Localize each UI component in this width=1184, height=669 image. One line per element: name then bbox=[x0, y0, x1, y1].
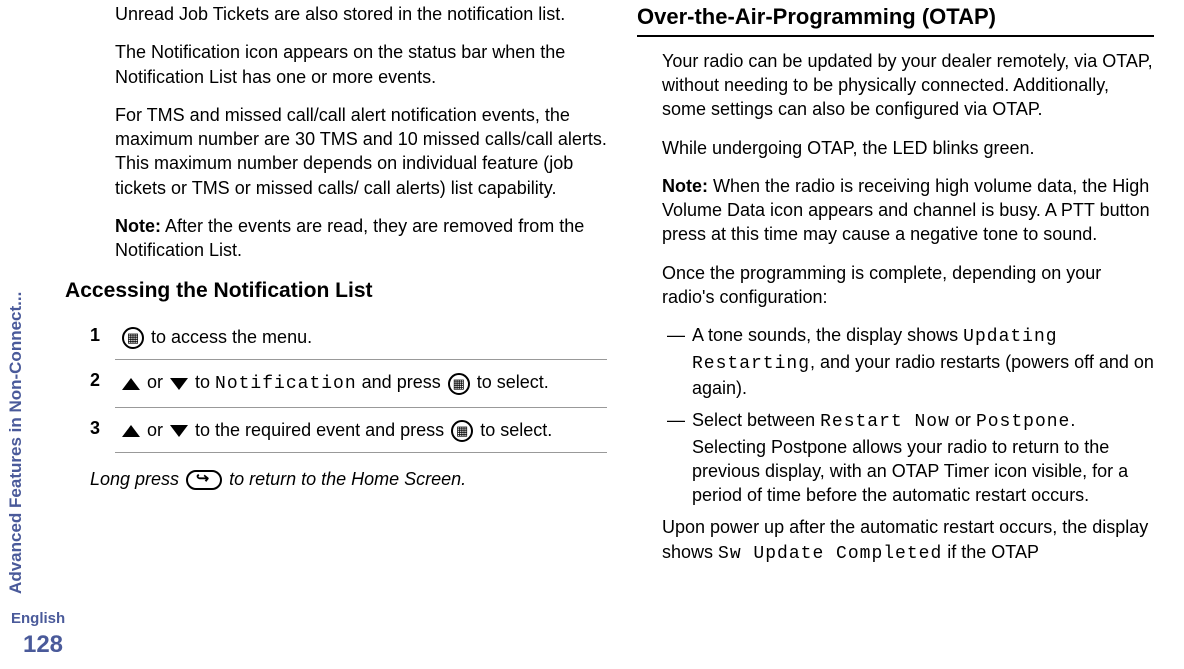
para-text: if the OTAP bbox=[942, 542, 1039, 562]
note: Note: After the events are read, they ar… bbox=[115, 214, 607, 263]
back-home-icon bbox=[186, 470, 222, 490]
item-text: or bbox=[950, 410, 976, 430]
item-text: Select between bbox=[692, 410, 820, 430]
down-arrow-icon bbox=[170, 425, 188, 437]
sidebar: Advanced Features in Non-Connect... Engl… bbox=[8, 0, 78, 669]
note-label: Note: bbox=[115, 216, 161, 236]
up-arrow-icon bbox=[122, 425, 140, 437]
list-item: Select between Restart Now or Postpone. … bbox=[667, 408, 1154, 507]
step-text: to select. bbox=[472, 372, 549, 392]
step-text: to select. bbox=[475, 420, 552, 440]
note-text: When the radio is receiving high volume … bbox=[662, 176, 1150, 245]
step-text: to bbox=[190, 372, 215, 392]
steps-list: 1 to access the menu. 2 or to Notificati… bbox=[115, 315, 607, 453]
step-text: or bbox=[142, 372, 168, 392]
list-item: A tone sounds, the display shows Updatin… bbox=[667, 323, 1154, 400]
dash-list: A tone sounds, the display shows Updatin… bbox=[667, 323, 1154, 507]
section-label: Advanced Features in Non-Connect... bbox=[5, 292, 28, 594]
footnote-text: to return to the Home Screen. bbox=[224, 469, 466, 489]
right-column: Over-the-Air-Programming (OTAP) Your rad… bbox=[637, 2, 1154, 669]
menu-option: Notification bbox=[215, 374, 357, 394]
page-number: 128 bbox=[23, 629, 63, 661]
para: Unread Job Tickets are also stored in th… bbox=[115, 2, 607, 26]
footnote-text: Long press bbox=[90, 469, 184, 489]
display-text: Sw Update Completed bbox=[718, 544, 942, 564]
step: 1 to access the menu. bbox=[115, 315, 607, 360]
para: For TMS and missed call/call alert notif… bbox=[115, 103, 607, 200]
para: The Notification icon appears on the sta… bbox=[115, 40, 607, 89]
item-text: A tone sounds, the display shows bbox=[692, 325, 963, 345]
heading: Over-the-Air-Programming (OTAP) bbox=[637, 2, 1154, 37]
page-columns: Unread Job Tickets are also stored in th… bbox=[90, 0, 1154, 669]
display-text: Postpone bbox=[976, 412, 1070, 432]
note-text: After the events are read, they are remo… bbox=[115, 216, 584, 260]
para: Once the programming is complete, depend… bbox=[662, 261, 1154, 310]
step-number: 2 bbox=[90, 368, 100, 392]
footnote: Long press to return to the Home Screen. bbox=[90, 467, 607, 491]
step-text: or bbox=[142, 420, 168, 440]
note: Note: When the radio is receiving high v… bbox=[662, 174, 1154, 247]
language-label: English bbox=[11, 609, 65, 629]
step: 2 or to Notification and press to select… bbox=[115, 360, 607, 407]
para: Upon power up after the automatic restar… bbox=[662, 515, 1154, 566]
para: While undergoing OTAP, the LED blinks gr… bbox=[662, 136, 1154, 160]
step-text: to access the menu. bbox=[146, 327, 312, 347]
step-text: and press bbox=[357, 372, 446, 392]
ok-button-icon bbox=[122, 327, 144, 349]
step: 3 or to the required event and press to … bbox=[115, 408, 607, 453]
step-number: 1 bbox=[90, 323, 100, 347]
display-text: Restart Now bbox=[820, 412, 950, 432]
ok-button-icon bbox=[448, 373, 470, 395]
step-number: 3 bbox=[90, 416, 100, 440]
note-label: Note: bbox=[662, 176, 708, 196]
step-text: to the required event and press bbox=[190, 420, 449, 440]
down-arrow-icon bbox=[170, 378, 188, 390]
ok-button-icon bbox=[451, 420, 473, 442]
para: Your radio can be updated by your dealer… bbox=[662, 49, 1154, 122]
up-arrow-icon bbox=[122, 378, 140, 390]
left-column: Unread Job Tickets are also stored in th… bbox=[90, 2, 607, 669]
subheading: Accessing the Notification List bbox=[65, 277, 607, 305]
